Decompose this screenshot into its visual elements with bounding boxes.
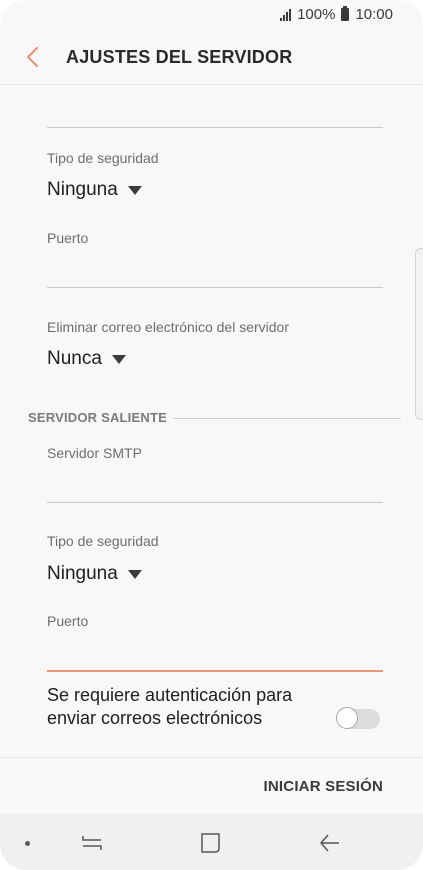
- incoming-security-value: Ninguna: [47, 179, 118, 200]
- bottom-action-bar: INICIAR SESIÓN: [0, 757, 423, 814]
- back-arrow-icon[interactable]: [318, 833, 342, 853]
- outgoing-section-title: SERVIDOR SALIENTE: [28, 410, 167, 425]
- recent-apps-icon[interactable]: [80, 833, 104, 853]
- nav-dot-indicator: [25, 841, 30, 846]
- signal-icon: [280, 8, 292, 21]
- outgoing-security-value: Ninguna: [47, 563, 118, 584]
- battery-icon: [341, 6, 350, 21]
- incoming-security-label: Tipo de seguridad: [47, 150, 159, 166]
- caret-down-icon: [111, 354, 126, 364]
- battery-percent: 100%: [297, 6, 336, 23]
- delete-email-label: Eliminar correo electrónico del servidor: [47, 319, 289, 335]
- status-right: 100% 10:00: [280, 6, 393, 23]
- incoming-port-underline: [47, 287, 383, 288]
- outgoing-port-underline-active: [47, 670, 383, 672]
- clock: 10:00: [355, 6, 393, 23]
- toggle-knob: [336, 707, 358, 729]
- field-underline-top: [47, 127, 383, 128]
- chevron-left-icon[interactable]: [24, 44, 42, 70]
- caret-down-icon: [127, 185, 142, 195]
- edge-panel-handle[interactable]: [415, 248, 423, 420]
- incoming-port-input[interactable]: [47, 253, 383, 287]
- page-title: AJUSTES DEL SERVIDOR: [66, 47, 293, 67]
- outgoing-port-input[interactable]: [47, 636, 383, 670]
- incoming-security-dropdown[interactable]: Ninguna: [47, 179, 142, 201]
- smtp-server-input[interactable]: [47, 468, 383, 502]
- outgoing-security-dropdown[interactable]: Ninguna: [47, 563, 142, 585]
- navigation-bar: [0, 813, 423, 870]
- outgoing-port-label: Puerto: [47, 613, 89, 629]
- incoming-port-label: Puerto: [47, 230, 89, 246]
- signin-button[interactable]: INICIAR SESIÓN: [264, 778, 383, 795]
- section-divider: [173, 418, 401, 419]
- status-bar: 100% 10:00: [0, 0, 423, 30]
- app-header: AJUSTES DEL SERVIDOR: [0, 30, 423, 85]
- caret-down-icon: [127, 569, 142, 579]
- phone-screen: 100% 10:00 AJUSTES DEL SERVIDOR Tipo de …: [0, 0, 423, 870]
- delete-email-value: Nunca: [47, 348, 102, 369]
- delete-email-dropdown[interactable]: Nunca: [47, 348, 126, 370]
- outgoing-security-label: Tipo de seguridad: [47, 533, 159, 549]
- auth-required-toggle[interactable]: [336, 707, 380, 729]
- auth-required-label: Se requiere autenticación para enviar co…: [47, 685, 293, 728]
- settings-form[interactable]: Tipo de seguridad Ninguna Puerto Elimina…: [0, 85, 423, 757]
- smtp-server-underline: [47, 502, 383, 503]
- home-icon[interactable]: [200, 832, 222, 854]
- smtp-server-label: Servidor SMTP: [47, 445, 142, 461]
